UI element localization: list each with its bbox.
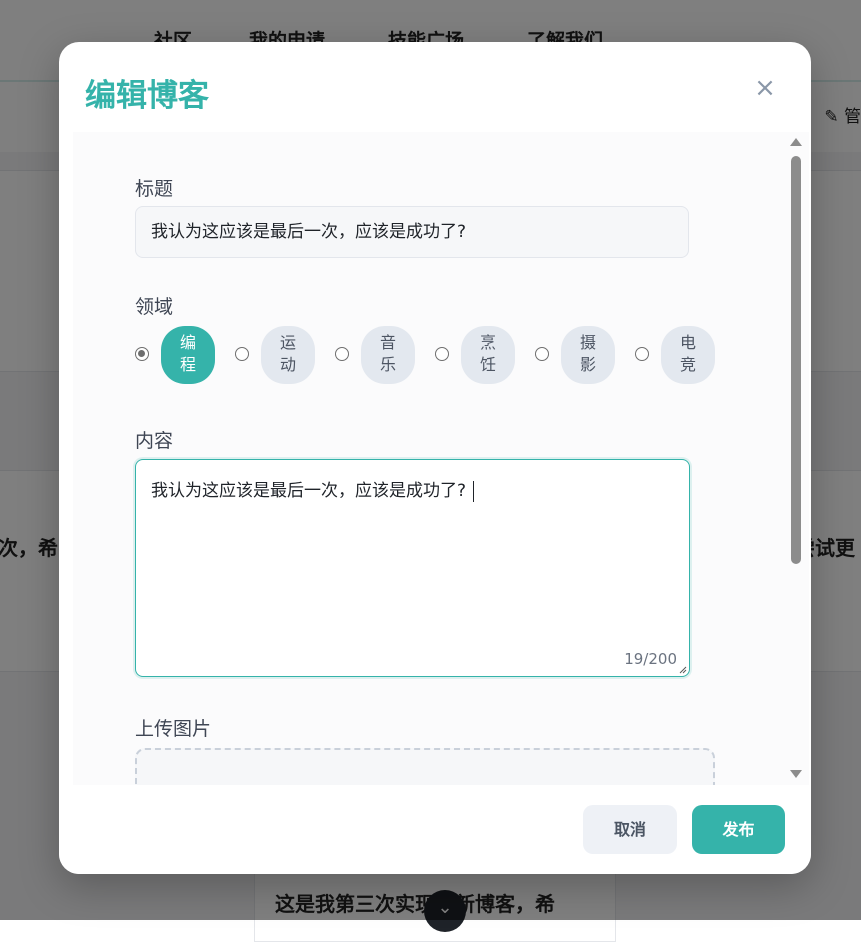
content-label: 内容 xyxy=(135,430,174,452)
scroll-down-arrow-icon[interactable] xyxy=(790,770,802,778)
field-pill[interactable]: 运 动 xyxy=(261,326,315,384)
resize-handle-icon[interactable] xyxy=(679,666,687,674)
field-option-programming[interactable]: 编 程 xyxy=(135,326,217,384)
radio-button[interactable] xyxy=(435,347,449,361)
radio-button[interactable] xyxy=(335,347,349,361)
blog-form: 标题 我认为这应该是最后一次，应该是成功了? 领域 编 程 运 动 音 乐 烹 … xyxy=(73,132,779,785)
dialog-title: 编辑博客 xyxy=(85,78,209,114)
field-label: 领域 xyxy=(135,296,174,318)
scroll-thumb[interactable] xyxy=(791,156,801,564)
dialog-footer: 取消 发布 xyxy=(59,785,811,874)
text-caret xyxy=(473,480,475,502)
radio-button[interactable] xyxy=(235,347,249,361)
char-counter: 19/200 xyxy=(624,650,677,668)
field-pill[interactable]: 电 竞 xyxy=(661,326,715,384)
pill-text: 运 xyxy=(279,333,296,352)
edit-blog-dialog: 编辑博客 × 标题 我认为这应该是最后一次，应该是成功了? 领域 编 程 运 动… xyxy=(59,42,811,874)
field-option-photography[interactable]: 摄 影 xyxy=(535,326,617,384)
pill-text: 摄 xyxy=(579,333,596,352)
dialog-body: 标题 我认为这应该是最后一次，应该是成功了? 领域 编 程 运 动 音 乐 烹 … xyxy=(73,132,809,785)
field-pill[interactable]: 摄 影 xyxy=(561,326,615,384)
pill-text: 乐 xyxy=(379,355,396,374)
pill-text: 电 xyxy=(679,333,696,352)
field-pill[interactable]: 烹 饪 xyxy=(461,326,515,384)
upload-label: 上传图片 xyxy=(135,718,212,740)
pill-text: 烹 xyxy=(479,333,496,352)
field-option-music[interactable]: 音 乐 xyxy=(335,326,417,384)
pill-text: 影 xyxy=(579,355,596,374)
close-icon[interactable]: × xyxy=(751,72,779,104)
field-pill[interactable]: 音 乐 xyxy=(361,326,415,384)
pill-text: 音 xyxy=(379,333,396,352)
field-option-cooking[interactable]: 烹 饪 xyxy=(435,326,517,384)
dialog-scrollbar[interactable] xyxy=(781,132,809,785)
field-option-sports[interactable]: 运 动 xyxy=(235,326,317,384)
radio-button[interactable] xyxy=(135,347,149,361)
publish-button[interactable]: 发布 xyxy=(692,805,785,854)
radio-button[interactable] xyxy=(535,347,549,361)
title-label: 标题 xyxy=(135,178,174,200)
pill-text: 饪 xyxy=(479,355,496,374)
content-value: 我认为这应该是最后一次，应该是成功了? xyxy=(151,481,467,501)
field-option-esports[interactable]: 电 竞 xyxy=(635,326,717,384)
image-upload-dropzone[interactable] xyxy=(135,748,715,785)
field-pill[interactable]: 编 程 xyxy=(161,326,215,384)
pill-text: 编 xyxy=(179,333,196,352)
scroll-up-arrow-icon[interactable] xyxy=(790,138,802,146)
content-text: 我认为这应该是最后一次，应该是成功了? xyxy=(151,476,475,502)
pill-text: 程 xyxy=(179,355,196,374)
cancel-button[interactable]: 取消 xyxy=(583,805,677,854)
title-input[interactable]: 我认为这应该是最后一次，应该是成功了? xyxy=(135,206,689,258)
field-radio-group: 编 程 运 动 音 乐 烹 饪 摄 影 电 竞 xyxy=(135,326,735,384)
content-textarea[interactable]: 我认为这应该是最后一次，应该是成功了? 19/200 xyxy=(135,459,690,677)
radio-button[interactable] xyxy=(635,347,649,361)
pill-text: 竞 xyxy=(679,355,696,374)
pill-text: 动 xyxy=(279,355,296,374)
